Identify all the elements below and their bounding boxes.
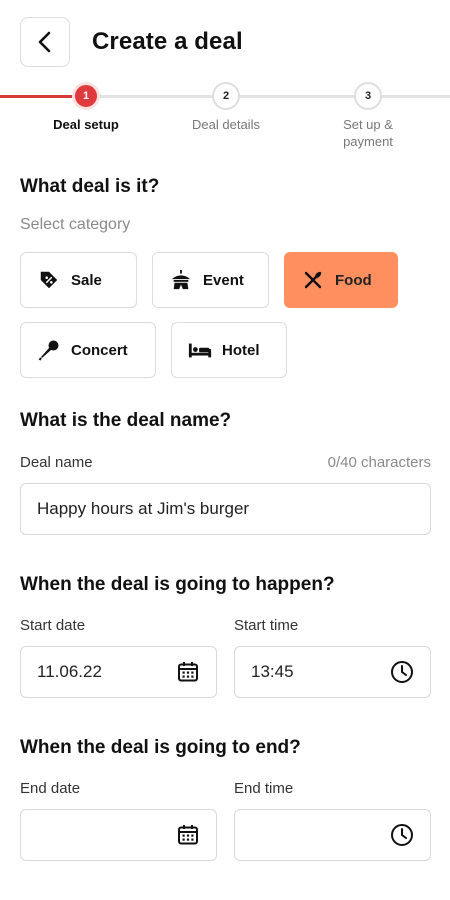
deal-name-label: Deal name — [20, 454, 93, 471]
end-time-input[interactable] — [234, 809, 431, 861]
clock-icon[interactable] — [390, 823, 414, 847]
step-setup-payment[interactable]: 3 Set up & payment — [308, 82, 428, 150]
start-time-input[interactable]: 13:45 — [234, 646, 431, 698]
chip-label: Event — [203, 271, 244, 289]
utensils-icon — [301, 268, 325, 292]
step-deal-setup[interactable]: 1 Deal setup — [26, 82, 146, 133]
end-time-label: End time — [234, 780, 294, 797]
category-chip-concert[interactable]: Concert — [20, 322, 156, 378]
start-time-label: Start time — [234, 617, 299, 634]
start-date-input[interactable]: 11.06.22 — [20, 646, 217, 698]
calendar-icon[interactable] — [176, 823, 200, 847]
chip-label: Sale — [71, 271, 102, 289]
start-time-value: 13:45 — [251, 662, 294, 681]
chip-label: Concert — [71, 341, 128, 359]
start-date-label: Start date — [20, 617, 86, 634]
end-date-label: End date — [20, 780, 81, 797]
category-chip-food[interactable]: Food — [284, 252, 398, 308]
bed-icon — [188, 338, 212, 362]
step-deal-details[interactable]: 2 Deal details — [166, 82, 286, 133]
clock-icon[interactable] — [390, 660, 414, 684]
end-date-input[interactable] — [20, 809, 217, 861]
category-chip-event[interactable]: Event — [152, 252, 269, 308]
category-chip-sale[interactable]: Sale — [20, 252, 137, 308]
end-section-title: When the deal is going to end? — [20, 737, 301, 758]
step-label: Deal details — [192, 117, 260, 132]
step-label: Deal setup — [53, 117, 119, 132]
back-button[interactable] — [20, 17, 70, 67]
character-counter: 0/40 characters — [327, 454, 431, 471]
step-number: 2 — [212, 82, 240, 110]
category-title: What deal is it? — [20, 176, 160, 197]
chevron-left-icon — [38, 31, 51, 53]
deal-name-value: Happy hours at Jim's burger — [37, 499, 250, 518]
microphone-icon — [37, 338, 61, 362]
step-number: 3 — [354, 82, 382, 110]
step-number: 1 — [72, 82, 100, 110]
start-section-title: When the deal is going to happen? — [20, 574, 335, 595]
chip-label: Food — [335, 271, 372, 289]
tag-percent-icon — [37, 268, 61, 292]
chip-label: Hotel — [222, 341, 260, 359]
step-label: Set up & payment — [343, 117, 393, 149]
deal-name-title: What is the deal name? — [20, 410, 232, 431]
circus-tent-icon — [169, 268, 193, 292]
progress-stepper: 1 Deal setup 2 Deal details 3 Set up & p… — [0, 82, 450, 152]
calendar-icon[interactable] — [176, 660, 200, 684]
page-title: Create a deal — [92, 28, 243, 55]
header: Create a deal — [20, 17, 430, 67]
category-chip-hotel[interactable]: Hotel — [171, 322, 287, 378]
start-date-value: 11.06.22 — [37, 662, 102, 681]
deal-name-input[interactable]: Happy hours at Jim's burger — [20, 483, 431, 535]
category-subtitle: Select category — [20, 216, 131, 233]
